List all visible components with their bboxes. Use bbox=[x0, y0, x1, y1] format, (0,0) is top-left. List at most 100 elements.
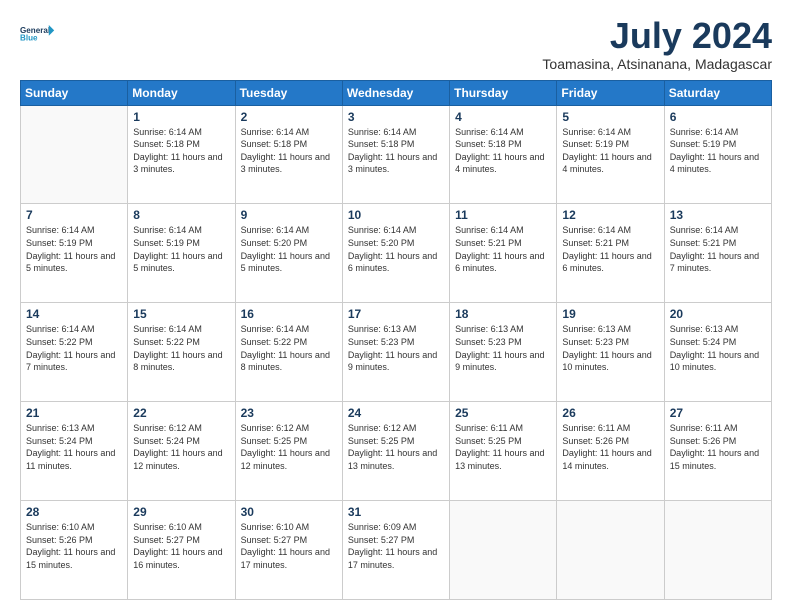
day-info: Sunrise: 6:12 AMSunset: 5:24 PMDaylight:… bbox=[133, 422, 229, 472]
table-cell bbox=[557, 501, 664, 600]
table-cell: 24 Sunrise: 6:12 AMSunset: 5:25 PMDaylig… bbox=[342, 402, 449, 501]
header-sunday: Sunday bbox=[21, 80, 128, 105]
day-number: 22 bbox=[133, 406, 229, 420]
day-info: Sunrise: 6:11 AMSunset: 5:26 PMDaylight:… bbox=[670, 422, 766, 472]
day-number: 29 bbox=[133, 505, 229, 519]
location-title: Toamasina, Atsinanana, Madagascar bbox=[542, 56, 772, 72]
table-cell: 31 Sunrise: 6:09 AMSunset: 5:27 PMDaylig… bbox=[342, 501, 449, 600]
header-saturday: Saturday bbox=[664, 80, 771, 105]
week-row-1: 1 Sunrise: 6:14 AMSunset: 5:18 PMDayligh… bbox=[21, 105, 772, 204]
day-number: 27 bbox=[670, 406, 766, 420]
table-cell: 23 Sunrise: 6:12 AMSunset: 5:25 PMDaylig… bbox=[235, 402, 342, 501]
table-cell: 11 Sunrise: 6:14 AMSunset: 5:21 PMDaylig… bbox=[450, 204, 557, 303]
day-number: 4 bbox=[455, 110, 551, 124]
logo: General Blue bbox=[20, 16, 56, 52]
day-number: 17 bbox=[348, 307, 444, 321]
day-number: 2 bbox=[241, 110, 337, 124]
day-number: 6 bbox=[670, 110, 766, 124]
day-info: Sunrise: 6:14 AMSunset: 5:18 PMDaylight:… bbox=[348, 126, 444, 176]
table-cell: 21 Sunrise: 6:13 AMSunset: 5:24 PMDaylig… bbox=[21, 402, 128, 501]
table-cell: 22 Sunrise: 6:12 AMSunset: 5:24 PMDaylig… bbox=[128, 402, 235, 501]
table-cell: 12 Sunrise: 6:14 AMSunset: 5:21 PMDaylig… bbox=[557, 204, 664, 303]
day-info: Sunrise: 6:14 AMSunset: 5:20 PMDaylight:… bbox=[241, 224, 337, 274]
day-info: Sunrise: 6:10 AMSunset: 5:27 PMDaylight:… bbox=[133, 521, 229, 571]
day-info: Sunrise: 6:10 AMSunset: 5:26 PMDaylight:… bbox=[26, 521, 122, 571]
day-number: 9 bbox=[241, 208, 337, 222]
day-info: Sunrise: 6:14 AMSunset: 5:21 PMDaylight:… bbox=[562, 224, 658, 274]
week-row-5: 28 Sunrise: 6:10 AMSunset: 5:26 PMDaylig… bbox=[21, 501, 772, 600]
day-info: Sunrise: 6:14 AMSunset: 5:21 PMDaylight:… bbox=[670, 224, 766, 274]
day-number: 30 bbox=[241, 505, 337, 519]
header-thursday: Thursday bbox=[450, 80, 557, 105]
table-cell bbox=[664, 501, 771, 600]
day-info: Sunrise: 6:13 AMSunset: 5:23 PMDaylight:… bbox=[455, 323, 551, 373]
day-number: 10 bbox=[348, 208, 444, 222]
table-cell: 28 Sunrise: 6:10 AMSunset: 5:26 PMDaylig… bbox=[21, 501, 128, 600]
day-info: Sunrise: 6:13 AMSunset: 5:23 PMDaylight:… bbox=[348, 323, 444, 373]
table-cell: 14 Sunrise: 6:14 AMSunset: 5:22 PMDaylig… bbox=[21, 303, 128, 402]
table-cell: 26 Sunrise: 6:11 AMSunset: 5:26 PMDaylig… bbox=[557, 402, 664, 501]
day-info: Sunrise: 6:13 AMSunset: 5:24 PMDaylight:… bbox=[26, 422, 122, 472]
table-cell bbox=[21, 105, 128, 204]
day-number: 18 bbox=[455, 307, 551, 321]
day-number: 14 bbox=[26, 307, 122, 321]
table-cell: 19 Sunrise: 6:13 AMSunset: 5:23 PMDaylig… bbox=[557, 303, 664, 402]
table-cell: 15 Sunrise: 6:14 AMSunset: 5:22 PMDaylig… bbox=[128, 303, 235, 402]
table-cell: 20 Sunrise: 6:13 AMSunset: 5:24 PMDaylig… bbox=[664, 303, 771, 402]
day-number: 19 bbox=[562, 307, 658, 321]
day-info: Sunrise: 6:14 AMSunset: 5:20 PMDaylight:… bbox=[348, 224, 444, 274]
table-cell: 30 Sunrise: 6:10 AMSunset: 5:27 PMDaylig… bbox=[235, 501, 342, 600]
svg-text:Blue: Blue bbox=[20, 33, 38, 42]
day-number: 1 bbox=[133, 110, 229, 124]
table-cell: 2 Sunrise: 6:14 AMSunset: 5:18 PMDayligh… bbox=[235, 105, 342, 204]
day-number: 31 bbox=[348, 505, 444, 519]
table-cell: 4 Sunrise: 6:14 AMSunset: 5:18 PMDayligh… bbox=[450, 105, 557, 204]
logo-svg: General Blue bbox=[20, 16, 56, 52]
day-info: Sunrise: 6:10 AMSunset: 5:27 PMDaylight:… bbox=[241, 521, 337, 571]
day-info: Sunrise: 6:11 AMSunset: 5:25 PMDaylight:… bbox=[455, 422, 551, 472]
header-friday: Friday bbox=[557, 80, 664, 105]
table-cell: 17 Sunrise: 6:13 AMSunset: 5:23 PMDaylig… bbox=[342, 303, 449, 402]
header-wednesday: Wednesday bbox=[342, 80, 449, 105]
table-cell: 5 Sunrise: 6:14 AMSunset: 5:19 PMDayligh… bbox=[557, 105, 664, 204]
week-row-3: 14 Sunrise: 6:14 AMSunset: 5:22 PMDaylig… bbox=[21, 303, 772, 402]
day-number: 28 bbox=[26, 505, 122, 519]
table-cell bbox=[450, 501, 557, 600]
day-number: 7 bbox=[26, 208, 122, 222]
table-cell: 18 Sunrise: 6:13 AMSunset: 5:23 PMDaylig… bbox=[450, 303, 557, 402]
day-number: 25 bbox=[455, 406, 551, 420]
table-cell: 7 Sunrise: 6:14 AMSunset: 5:19 PMDayligh… bbox=[21, 204, 128, 303]
table-cell: 29 Sunrise: 6:10 AMSunset: 5:27 PMDaylig… bbox=[128, 501, 235, 600]
day-info: Sunrise: 6:14 AMSunset: 5:19 PMDaylight:… bbox=[26, 224, 122, 274]
day-number: 5 bbox=[562, 110, 658, 124]
day-info: Sunrise: 6:14 AMSunset: 5:22 PMDaylight:… bbox=[241, 323, 337, 373]
day-number: 20 bbox=[670, 307, 766, 321]
day-number: 8 bbox=[133, 208, 229, 222]
day-number: 11 bbox=[455, 208, 551, 222]
day-info: Sunrise: 6:14 AMSunset: 5:22 PMDaylight:… bbox=[133, 323, 229, 373]
page-header: General Blue July 2024 Toamasina, Atsina… bbox=[20, 16, 772, 72]
day-number: 26 bbox=[562, 406, 658, 420]
day-info: Sunrise: 6:14 AMSunset: 5:18 PMDaylight:… bbox=[133, 126, 229, 176]
day-info: Sunrise: 6:13 AMSunset: 5:24 PMDaylight:… bbox=[670, 323, 766, 373]
table-cell: 10 Sunrise: 6:14 AMSunset: 5:20 PMDaylig… bbox=[342, 204, 449, 303]
header-tuesday: Tuesday bbox=[235, 80, 342, 105]
week-row-2: 7 Sunrise: 6:14 AMSunset: 5:19 PMDayligh… bbox=[21, 204, 772, 303]
weekday-header-row: Sunday Monday Tuesday Wednesday Thursday… bbox=[21, 80, 772, 105]
day-info: Sunrise: 6:12 AMSunset: 5:25 PMDaylight:… bbox=[348, 422, 444, 472]
day-info: Sunrise: 6:14 AMSunset: 5:18 PMDaylight:… bbox=[455, 126, 551, 176]
day-info: Sunrise: 6:14 AMSunset: 5:22 PMDaylight:… bbox=[26, 323, 122, 373]
table-cell: 13 Sunrise: 6:14 AMSunset: 5:21 PMDaylig… bbox=[664, 204, 771, 303]
header-monday: Monday bbox=[128, 80, 235, 105]
table-cell: 3 Sunrise: 6:14 AMSunset: 5:18 PMDayligh… bbox=[342, 105, 449, 204]
day-info: Sunrise: 6:13 AMSunset: 5:23 PMDaylight:… bbox=[562, 323, 658, 373]
day-number: 13 bbox=[670, 208, 766, 222]
table-cell: 27 Sunrise: 6:11 AMSunset: 5:26 PMDaylig… bbox=[664, 402, 771, 501]
day-info: Sunrise: 6:14 AMSunset: 5:21 PMDaylight:… bbox=[455, 224, 551, 274]
day-info: Sunrise: 6:14 AMSunset: 5:19 PMDaylight:… bbox=[133, 224, 229, 274]
table-cell: 8 Sunrise: 6:14 AMSunset: 5:19 PMDayligh… bbox=[128, 204, 235, 303]
day-number: 15 bbox=[133, 307, 229, 321]
day-info: Sunrise: 6:12 AMSunset: 5:25 PMDaylight:… bbox=[241, 422, 337, 472]
table-cell: 16 Sunrise: 6:14 AMSunset: 5:22 PMDaylig… bbox=[235, 303, 342, 402]
table-cell: 1 Sunrise: 6:14 AMSunset: 5:18 PMDayligh… bbox=[128, 105, 235, 204]
